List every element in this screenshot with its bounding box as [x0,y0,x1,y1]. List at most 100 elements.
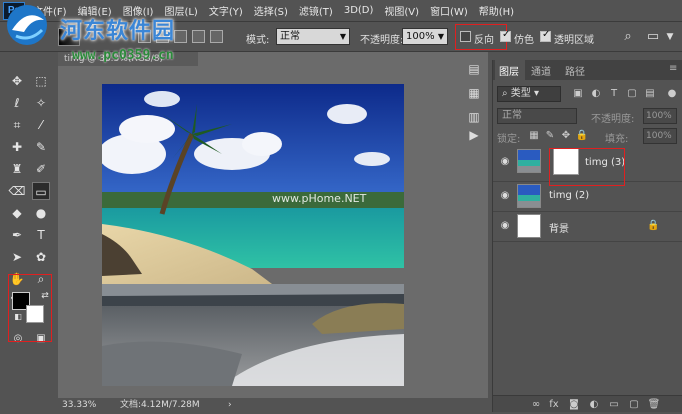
transparency-checkbox[interactable] [540,29,551,42]
eraser-tool-icon[interactable]: ⌫ [8,182,26,200]
angle-gradient-icon[interactable] [174,30,187,43]
layer-thumbnail [517,214,541,238]
panel-menu-icon[interactable]: ≡ [669,63,677,74]
highlight-box-mask [549,148,625,186]
gradient-tool-icon[interactable]: ▭ [32,182,50,200]
move-tool-icon[interactable]: ✥ [8,72,26,90]
layer-opacity-label: 不透明度: [591,114,635,125]
menu-select[interactable]: 选择(S) [254,3,288,18]
layer-name: 背景 [549,224,569,235]
lock-all-icon[interactable]: 🔒 [575,129,589,143]
canvas-watermark: www.pHome.NET [272,192,367,205]
path-selection-icon[interactable]: ➤ [8,248,26,266]
transparency-label: 透明区域 [554,35,594,46]
filter-kind: 类型 [510,88,531,99]
smart-object-filter-icon[interactable]: ▤ [643,87,657,101]
status-arrow-icon[interactable]: › [228,398,232,412]
layer-thumbnail [517,149,541,173]
watermark-url: www.pc0359.cn [72,48,174,63]
chevron-down-icon: ▼ [437,32,444,41]
history-panel-icon[interactable]: ▤ [465,60,483,78]
layer-filter-select[interactable]: ⌕ 类型 ▾ [497,86,561,102]
menu-type[interactable]: 文字(Y) [209,3,243,18]
crop-tool-icon[interactable]: ⌗ [8,116,26,134]
custom-shape-icon[interactable]: ✿ [32,248,50,266]
menu-3d[interactable]: 3D(D) [344,5,374,16]
layers-bottom-bar: ∞ fx ◙ ◐ ▭ ▢ 🗑 [493,395,682,412]
layer-opacity-input[interactable]: 100% [643,108,677,124]
document-size: 文档:4.12M/7.28M [120,400,200,410]
search-icon[interactable]: ⌕ [620,29,636,45]
watermark-logo [7,5,47,45]
lasso-tool-icon[interactable]: ℓ [8,94,26,112]
dither-checkbox[interactable] [500,29,511,42]
tab-paths[interactable]: 路径 [565,63,585,78]
add-mask-icon[interactable]: ◙ [567,398,581,411]
layer-style-icon[interactable]: fx [547,398,561,411]
layers-panel: 图层 通道 路径 ≡ ⌕ 类型 ▾ ▣ ◐ T ▢ ▤ ● 正常 不透明度: 1… [492,60,682,412]
blur-tool-icon[interactable]: ◆ [8,204,26,222]
highlight-box-colors [8,274,52,342]
reflected-gradient-icon[interactable] [192,30,205,43]
diamond-gradient-icon[interactable] [210,30,223,43]
visibility-eye-icon[interactable]: ◉ [499,156,511,168]
marquee-tool-icon[interactable]: ⬚ [32,72,50,90]
layer-thumbnail [517,184,541,208]
opacity-label: 不透明度: [360,35,404,46]
shape-filter-icon[interactable]: ▢ [625,87,639,101]
brush-tool-icon[interactable]: ✎ [32,138,50,156]
dither-label: 仿色 [514,35,534,46]
pen-tool-icon[interactable]: ✒ [8,226,26,244]
lock-pixels-icon[interactable]: ✎ [543,129,557,143]
dodge-tool-icon[interactable]: ● [32,204,50,222]
chevron-down-icon[interactable]: ▼ [662,29,678,45]
clone-stamp-icon[interactable]: ♜ [8,160,26,178]
watermark-title: 河东软件园 [60,19,176,44]
tab-layers[interactable]: 图层 [499,63,519,78]
adjustment-filter-icon[interactable]: ◐ [589,87,603,101]
opacity-input[interactable]: 100% ▼ [402,28,448,45]
eyedropper-icon[interactable]: ⁄ [32,116,50,134]
filter-toggle-icon[interactable]: ● [665,87,679,101]
adjustment-layer-icon[interactable]: ◐ [587,398,601,411]
layer-name: timg (2) [549,190,590,201]
visibility-eye-icon[interactable]: ◉ [499,190,511,202]
lock-transparent-icon[interactable]: ▦ [527,129,541,143]
history-brush-icon[interactable]: ✐ [32,160,50,178]
zoom-level[interactable]: 33.33% [62,398,96,412]
visibility-eye-icon[interactable]: ◉ [499,220,511,232]
tab-channels[interactable]: 通道 [531,63,551,78]
photoshop-window: Ps 文件(F) 编辑(E) 图像(I) 图层(L) 文字(Y) 选择(S) 滤… [0,0,682,414]
play-action-icon[interactable]: ▶ [465,126,483,144]
chevron-down-icon: ▼ [339,32,346,41]
blend-mode-value: 正常 [502,110,522,121]
opacity-value: 100% [406,31,435,42]
pixel-filter-icon[interactable]: ▣ [571,87,585,101]
canvas-image[interactable]: www.pHome.NET [102,84,404,386]
lock-label: 锁定: [497,134,521,145]
new-layer-icon[interactable]: ▢ [627,398,641,411]
mode-select[interactable]: 正常 ▼ [276,28,350,45]
adjust-panel-icon[interactable]: ▥ [465,108,483,126]
lock-position-icon[interactable]: ✥ [559,129,573,143]
magic-wand-icon[interactable]: ✧ [32,94,50,112]
properties-panel-icon[interactable]: ▦ [465,84,483,102]
mode-label: 模式: [246,35,270,46]
layer-row-background[interactable]: ◉ 背景 🔒 [493,212,682,242]
menu-filter[interactable]: 滤镜(T) [299,3,333,18]
type-filter-icon[interactable]: T [607,87,621,101]
panel-icon-strip: ▤ ▦ ▥ ▶ [460,60,488,150]
layer-row-timg-2[interactable]: ◉ timg (2) [493,182,682,212]
blend-mode-select[interactable]: 正常 [497,108,577,124]
menu-view[interactable]: 视图(V) [384,3,419,18]
workspace-icon[interactable]: ▭ [645,29,661,45]
type-tool-icon[interactable]: T [32,226,50,244]
fill-input[interactable]: 100% [643,128,677,144]
healing-brush-icon[interactable]: ✚ [8,138,26,156]
link-layers-icon[interactable]: ∞ [529,398,543,411]
menu-help[interactable]: 帮助(H) [479,3,514,18]
new-group-icon[interactable]: ▭ [607,398,621,411]
menu-window[interactable]: 窗口(W) [430,3,468,18]
lock-icon: 🔒 [647,220,660,231]
delete-layer-icon[interactable]: 🗑 [647,398,661,411]
